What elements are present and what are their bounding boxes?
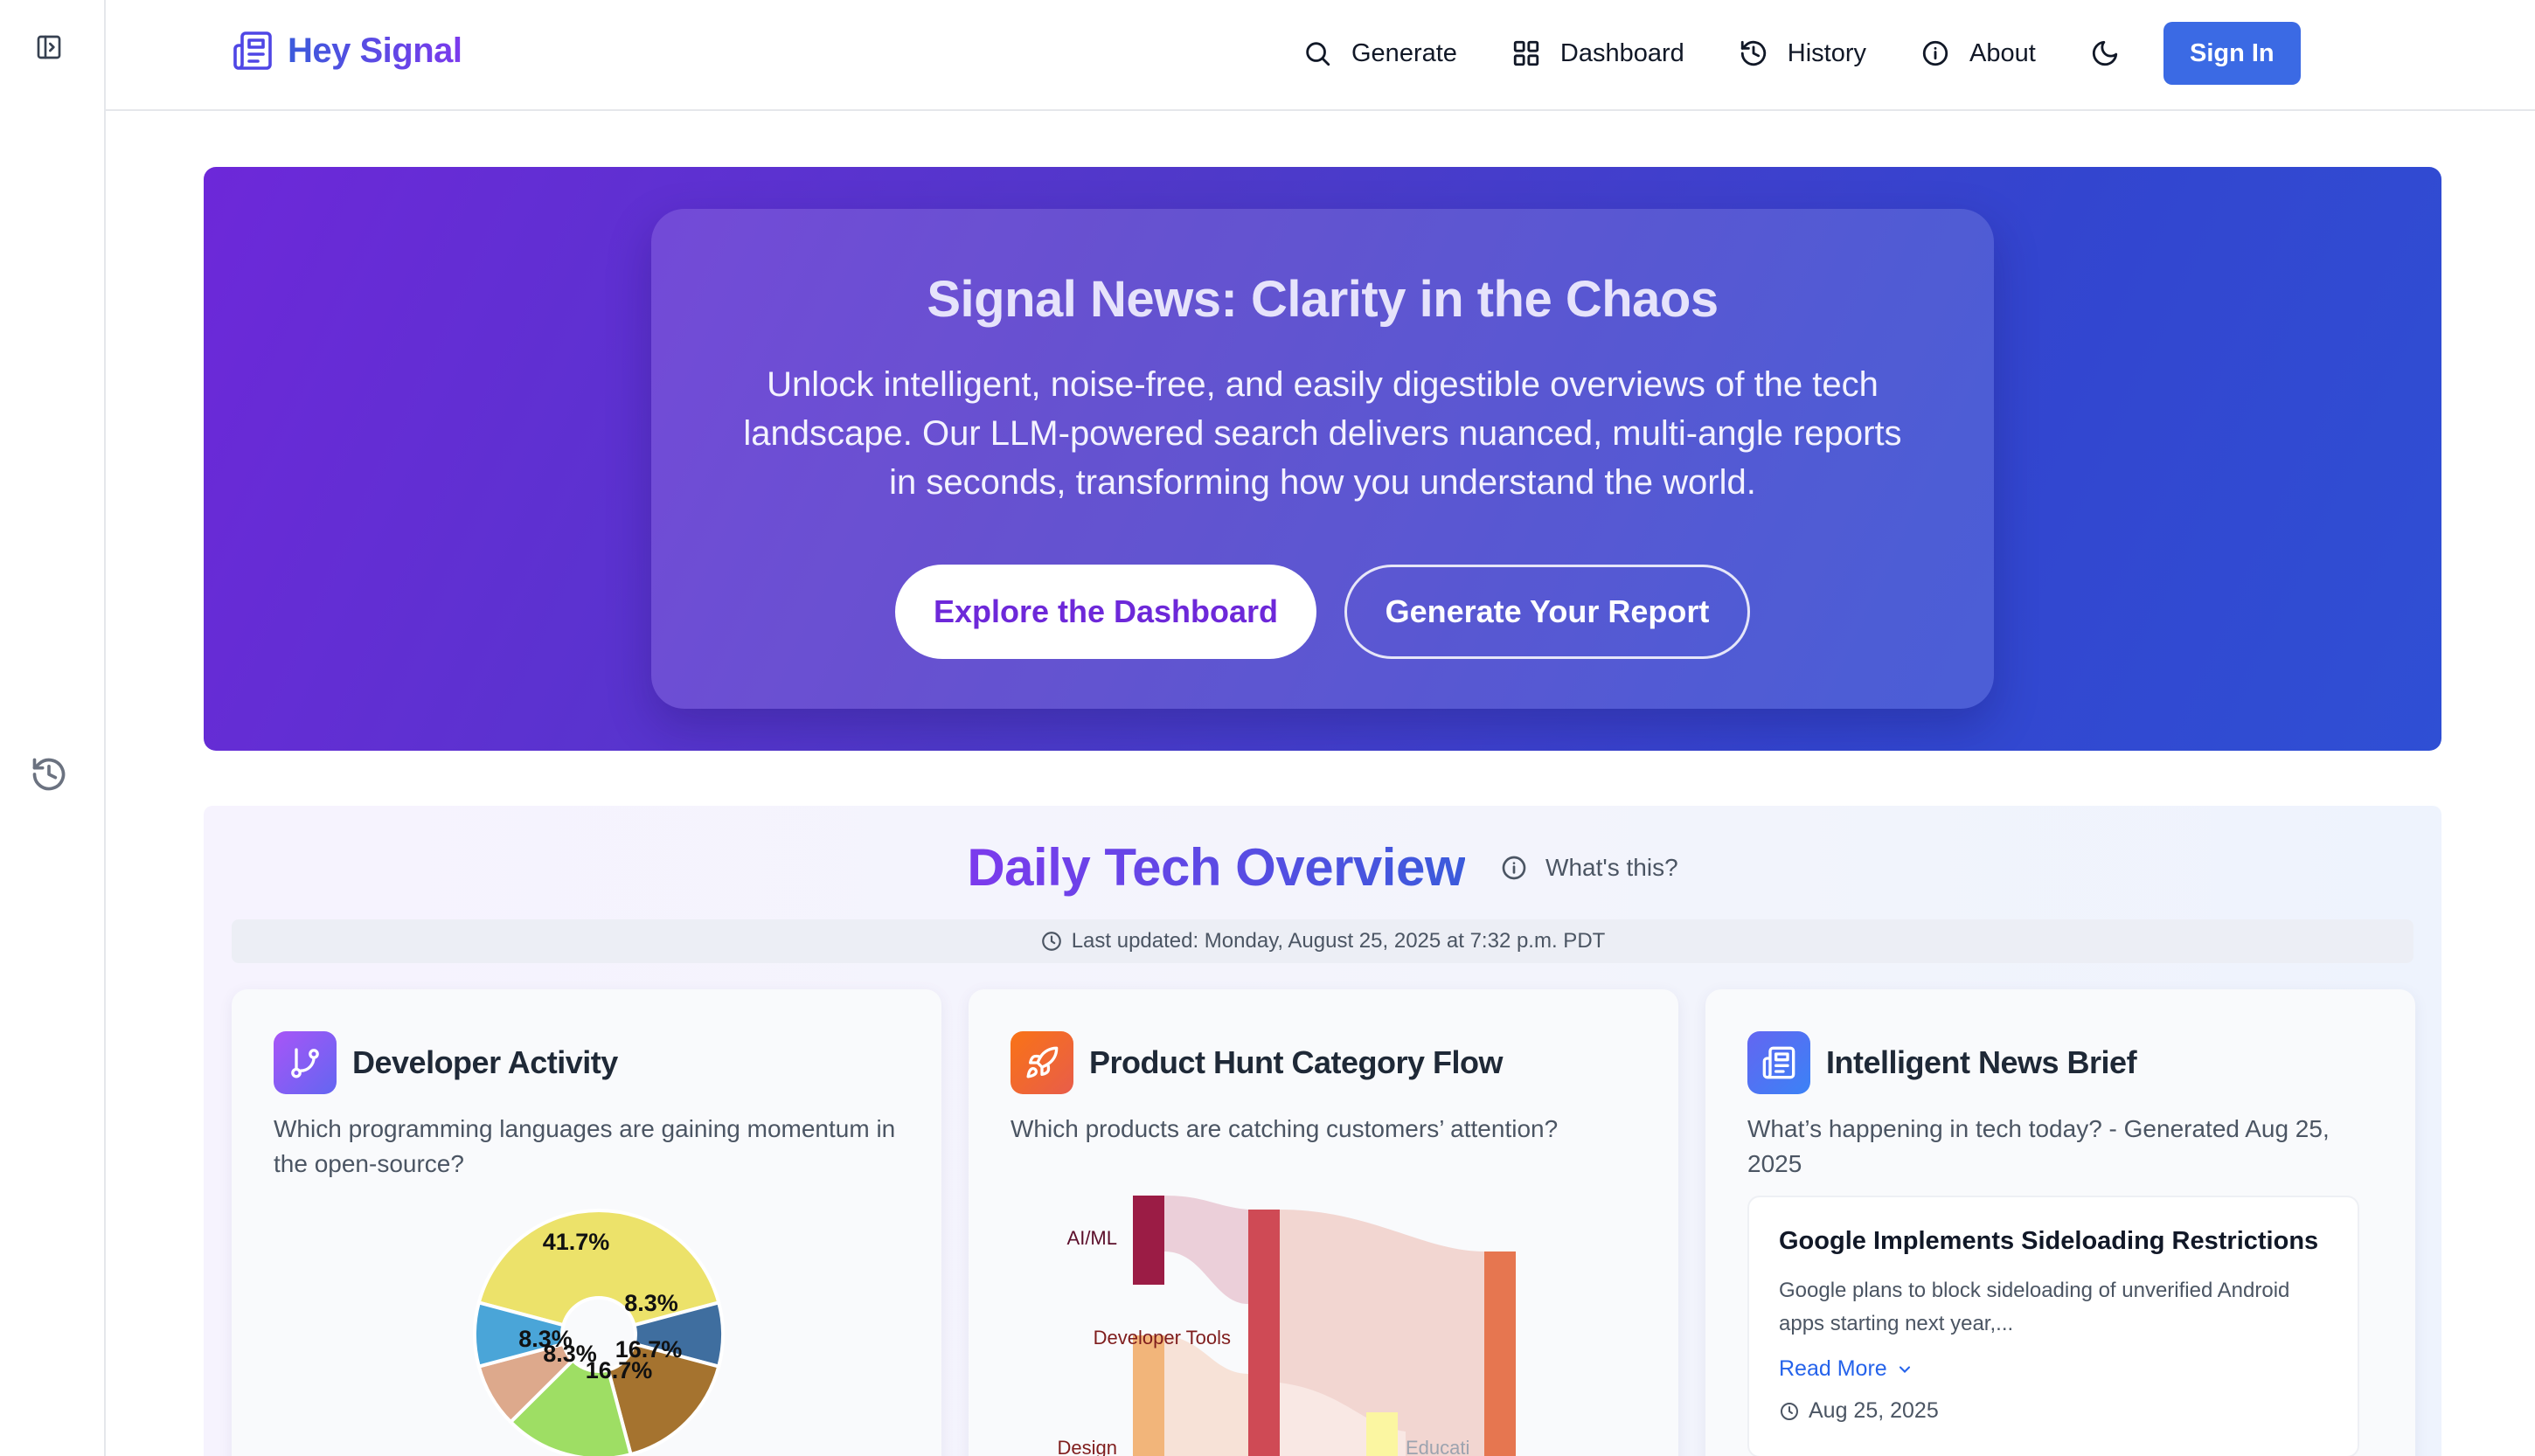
nav-generate[interactable]: Generate	[1302, 38, 1457, 68]
developer-activity-card: Developer Activity Which programming lan…	[232, 989, 941, 1456]
language-pie-chart: 41.7%8.3%16.7%16.7%8.3%8.3%	[473, 1209, 725, 1456]
nav-dashboard-label: Dashboard	[1559, 38, 1684, 67]
last-updated-text: Last updated: Monday, August 25, 2025 at…	[1071, 929, 1606, 953]
hero-card: Signal News: Clarity in the Chaos Unlock…	[651, 209, 1994, 709]
sankey-node-label: Developer Tools	[1094, 1327, 1231, 1349]
clock-icon	[1781, 1402, 1798, 1420]
explore-dashboard-button[interactable]: Explore the Dashboard	[895, 565, 1316, 659]
pie-slice-label: 8.3%	[518, 1326, 573, 1352]
card-title: Intelligent News Brief	[1826, 1044, 2137, 1080]
moon-icon[interactable]	[2090, 38, 2120, 68]
whats-this-label: What's this?	[1545, 853, 1678, 881]
sidebar-toggle-icon[interactable]	[35, 33, 63, 61]
hero-title: Signal News: Clarity in the Chaos	[927, 271, 1719, 328]
sidebar-rail	[0, 0, 106, 1456]
history-icon	[1740, 40, 1766, 66]
brand-logo[interactable]: Hey Signal	[232, 30, 462, 72]
sankey-node-label: Educati	[1406, 1437, 1469, 1456]
category-sankey-chart: AI/ML Developer Tools Design Educati	[1058, 1196, 1516, 1456]
generate-report-button[interactable]: Generate Your Report	[1344, 565, 1750, 659]
nav-about[interactable]: About	[1920, 38, 2036, 68]
sankey-link	[1164, 1335, 1248, 1456]
news-summary: Google plans to block sideloading of unv…	[1779, 1279, 2290, 1335]
pie-slice-label: 8.3%	[624, 1290, 678, 1316]
news-brief-card: Intelligent News Brief What’s happening …	[1705, 989, 2415, 1456]
git-branch-icon	[274, 1031, 337, 1094]
news-item[interactable]: Google Implements Sideloading Restrictio…	[1747, 1196, 2359, 1456]
nav-history-label: History	[1787, 38, 1867, 67]
main-nav: Generate Dashboard History About Sign In	[1302, 22, 2301, 85]
news-date-text: Aug 25, 2025	[1809, 1398, 1939, 1423]
sign-in-button[interactable]: Sign In	[2163, 22, 2301, 85]
news-date: Aug 25, 2025	[1779, 1398, 1939, 1424]
sankey-link	[1164, 1196, 1248, 1304]
news-title: Google Implements Sideloading Restrictio…	[1779, 1227, 2319, 1255]
pie-slice-label: 41.7%	[543, 1229, 610, 1255]
hero-subtitle: Unlock intelligent, noise-free, and easi…	[743, 365, 1902, 502]
card-description: What’s happening in tech today? - Genera…	[1747, 1115, 2330, 1177]
card-header: Intelligent News Brief	[1747, 1031, 2137, 1094]
overview-title: Daily Tech Overview	[967, 838, 1466, 897]
newspaper-icon	[1747, 1031, 1810, 1094]
history-rail-icon[interactable]	[30, 755, 68, 794]
overview-header: Daily Tech Overview What's this?	[204, 837, 2441, 898]
sankey-node-right[interactable]	[1484, 1251, 1516, 1456]
nav-history[interactable]: History	[1739, 38, 1866, 68]
card-description: Which programming languages are gaining …	[274, 1115, 896, 1177]
last-updated-bar: Last updated: Monday, August 25, 2025 at…	[232, 919, 2413, 963]
brand-name: Hey Signal	[288, 31, 462, 70]
info-icon	[1922, 40, 1948, 66]
sankey-node-ai-ml[interactable]	[1133, 1196, 1164, 1285]
sankey-node-label: AI/ML	[1067, 1227, 1117, 1249]
clock-icon	[1041, 932, 1061, 951]
read-more-button[interactable]: Read More	[1779, 1356, 1913, 1382]
card-header: Developer Activity	[274, 1031, 618, 1094]
daily-tech-overview: Daily Tech Overview What's this? Last up…	[204, 806, 2441, 1456]
hero-banner: Signal News: Clarity in the Chaos Unlock…	[204, 167, 2441, 751]
search-icon	[1306, 42, 1330, 66]
sankey-node-yellow[interactable]	[1366, 1412, 1398, 1456]
sankey-node-middle[interactable]	[1248, 1210, 1280, 1456]
nav-generate-label: Generate	[1351, 38, 1457, 67]
read-more-label: Read More	[1779, 1356, 1887, 1381]
sankey-node-developer-tools[interactable]	[1133, 1335, 1164, 1456]
sankey-node-label: Design	[1058, 1437, 1117, 1456]
info-icon	[1502, 856, 1526, 879]
newspaper-icon	[233, 31, 272, 70]
pie-slice[interactable]	[476, 1209, 721, 1328]
chevron-down-icon	[1899, 1365, 1910, 1373]
card-title: Developer Activity	[352, 1044, 618, 1080]
product-hunt-card: Product Hunt Category Flow Which product…	[969, 989, 1678, 1456]
grid-icon	[1513, 40, 1539, 66]
nav-about-label: About	[1969, 38, 2036, 67]
whats-this-button[interactable]: What's this?	[1500, 854, 1678, 882]
hero-actions: Explore the Dashboard Generate Your Repo…	[651, 565, 1994, 659]
nav-dashboard[interactable]: Dashboard	[1511, 38, 1684, 68]
